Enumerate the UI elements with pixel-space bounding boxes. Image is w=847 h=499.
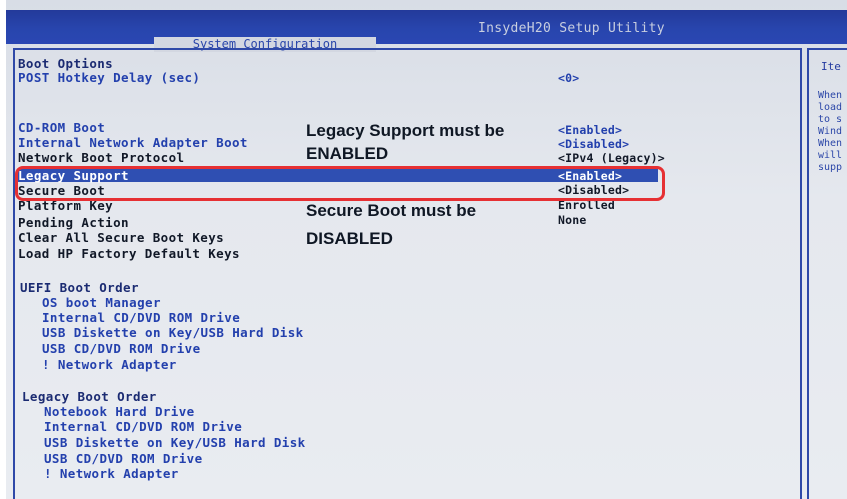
post-hotkey-delay-value[interactable]: <0> (558, 71, 579, 85)
network-boot-protocol-label[interactable]: Network Boot Protocol (18, 150, 184, 165)
cdrom-boot-label[interactable]: CD-ROM Boot (18, 120, 105, 135)
legacy-support-annotation-line2: ENABLED (306, 144, 389, 163)
clear-all-secure-boot-keys[interactable]: Clear All Secure Boot Keys (18, 230, 224, 245)
uefi-boot-item[interactable]: OS boot Manager (42, 295, 161, 310)
item-help-panel: Ite When load to s Wind When will supp (807, 48, 847, 499)
legacy-boot-item[interactable]: ! Network Adapter (44, 466, 179, 481)
legacy-boot-order-heading: Legacy Boot Order (22, 389, 157, 404)
pending-action-value: None (558, 213, 587, 227)
uefi-boot-item[interactable]: Internal CD/DVD ROM Drive (42, 310, 240, 325)
secure-boot-annotation-line2: DISABLED (306, 229, 393, 248)
network-boot-protocol-value[interactable]: <IPv4 (Legacy)> (558, 151, 665, 165)
help-text-line: load (818, 102, 843, 113)
setup-utility-title: InsydeH20 Setup Utility (478, 21, 665, 36)
help-text-line: Wind (818, 126, 843, 137)
help-text-line: When (818, 90, 843, 101)
legacy-support-annotation-line1: Legacy Support must be (306, 121, 505, 140)
legacy-boot-item[interactable]: USB Diskette on Key/USB Hard Disk (44, 435, 306, 450)
load-hp-factory-default-keys[interactable]: Load HP Factory Default Keys (18, 246, 240, 261)
internal-network-adapter-boot-label[interactable]: Internal Network Adapter Boot (18, 135, 248, 150)
internal-network-adapter-boot-value[interactable]: <Disabled> (558, 137, 629, 151)
bios-header-bar: InsydeH20 Setup Utility System Configura… (6, 10, 847, 52)
bios-screen-photo: InsydeH20 Setup Utility System Configura… (6, 0, 847, 499)
pending-action-label: Pending Action (18, 215, 129, 230)
uefi-boot-item[interactable]: USB CD/DVD ROM Drive (42, 341, 201, 356)
legacy-secure-boot-highlight-box (15, 166, 665, 201)
legacy-boot-item[interactable]: Notebook Hard Drive (44, 404, 195, 419)
help-text-line: will (818, 150, 843, 161)
secure-boot-annotation-line1: Secure Boot must be (306, 201, 477, 220)
uefi-boot-order-heading: UEFI Boot Order (20, 280, 139, 295)
legacy-boot-item[interactable]: Internal CD/DVD ROM Drive (44, 419, 242, 434)
help-text-line: When (818, 138, 843, 149)
uefi-boot-item[interactable]: USB Diskette on Key/USB Hard Disk (42, 325, 304, 340)
legacy-boot-item[interactable]: USB CD/DVD ROM Drive (44, 451, 203, 466)
post-hotkey-delay-label[interactable]: POST Hotkey Delay (sec) (18, 70, 200, 85)
uefi-boot-item[interactable]: ! Network Adapter (42, 357, 177, 372)
help-text-line: supp (818, 162, 843, 173)
cdrom-boot-value[interactable]: <Enabled> (558, 123, 622, 137)
item-help-title: Ite (821, 60, 841, 73)
help-text-line: to s (818, 114, 843, 125)
boot-options-heading: Boot Options (18, 56, 114, 71)
